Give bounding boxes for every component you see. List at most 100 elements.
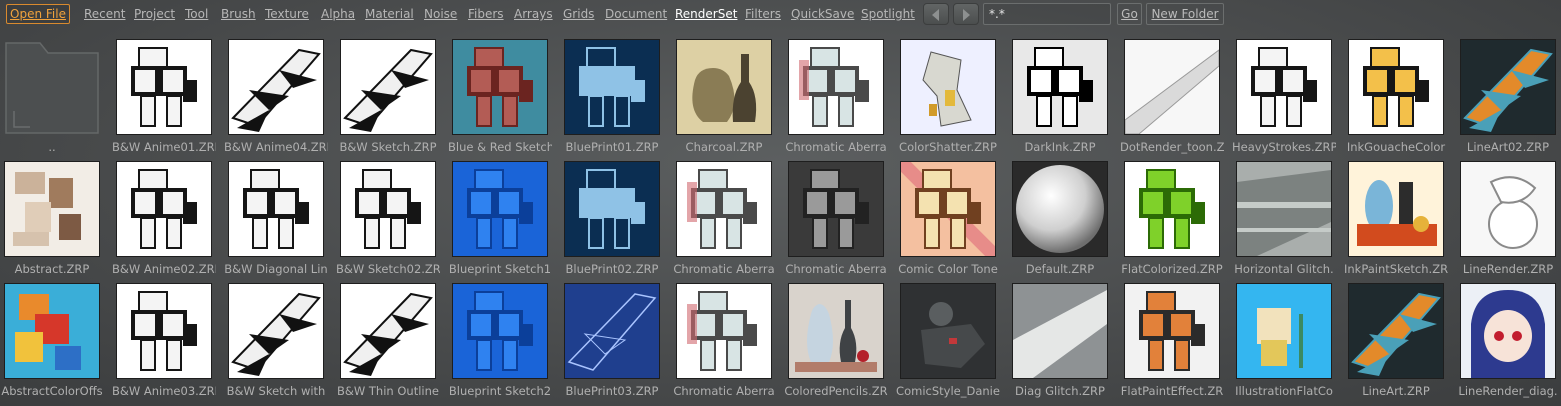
tab-fibers[interactable]: Fibers [468, 7, 504, 21]
new-folder-button[interactable]: New Folder [1146, 3, 1224, 25]
renderset-thumbnail[interactable] [452, 161, 548, 257]
tab-noise[interactable]: Noise [424, 7, 457, 21]
renderset-thumbnail[interactable] [1348, 39, 1444, 135]
renderset-thumbnail[interactable] [788, 283, 884, 379]
renderset-thumbnail[interactable] [1124, 161, 1220, 257]
renderset-thumbnail[interactable] [676, 39, 772, 135]
back-button[interactable] [923, 3, 949, 25]
renderset-thumbnail[interactable] [4, 161, 100, 257]
renderset-thumbnail[interactable] [452, 39, 548, 135]
renderset-thumbnail[interactable] [900, 161, 996, 257]
thumbnail-image [1349, 40, 1443, 134]
renderset-thumbnail[interactable] [676, 283, 772, 379]
tab-grids[interactable]: Grids [563, 7, 594, 21]
tab-spotlight[interactable]: Spotlight [861, 7, 915, 21]
tab-project[interactable]: Project [134, 7, 175, 21]
thumbnail-label: BluePrint03.ZRP [565, 384, 659, 398]
renderset-thumbnail[interactable] [116, 161, 212, 257]
thumbnail-image [1461, 40, 1555, 134]
thumbnail-image [1237, 162, 1331, 256]
tab-material[interactable]: Material [365, 7, 414, 21]
thumbnail-image [453, 162, 547, 256]
thumbnail-label: LineRender_diag. [1458, 384, 1558, 398]
renderset-thumbnail[interactable] [228, 39, 324, 135]
thumbnail-label: FlatColorized.ZRP [1121, 262, 1223, 276]
thumbnail-label: Diag Glitch.ZRP [1015, 384, 1105, 398]
tab-document[interactable]: Document [605, 7, 667, 21]
thumbnail-label: B&W Sketch with [226, 384, 326, 398]
thumbnail-label: DarkInk.ZRP [1024, 140, 1096, 154]
renderset-thumbnail[interactable] [1124, 283, 1220, 379]
open-file-button[interactable]: Open File [6, 4, 70, 24]
thumbnail-image [1013, 162, 1107, 256]
tab-texture[interactable]: Texture [265, 7, 309, 21]
tab-alpha[interactable]: Alpha [321, 7, 355, 21]
thumbnail-label: LineArt.ZRP [1362, 384, 1430, 398]
renderset-thumbnail[interactable] [676, 161, 772, 257]
thumbnail-label: B&W Anime02.ZRP [112, 262, 216, 276]
renderset-thumbnail[interactable] [1348, 283, 1444, 379]
renderset-thumbnail[interactable] [340, 283, 436, 379]
renderset-thumbnail[interactable] [452, 283, 548, 379]
thumbnail-label: BluePrint01.ZRP [565, 140, 659, 154]
thumbnail-label: Chromatic Aberra [673, 262, 775, 276]
thumbnail-label: Chromatic Aberra [785, 140, 887, 154]
renderset-thumbnail[interactable] [564, 39, 660, 135]
filter-input[interactable] [983, 3, 1111, 25]
thumbnail-image [229, 40, 323, 134]
forward-button[interactable] [953, 3, 979, 25]
thumbnail-image [117, 162, 211, 256]
tab-quicksave[interactable]: QuickSave [791, 7, 854, 21]
tab-filters[interactable]: Filters [745, 7, 781, 21]
renderset-thumbnail[interactable] [564, 161, 660, 257]
renderset-thumbnail[interactable] [340, 161, 436, 257]
renderset-thumbnail[interactable] [1012, 161, 1108, 257]
tab-recent[interactable]: Recent [84, 7, 125, 21]
thumbnail-image [677, 284, 771, 378]
thumbnail-label: LineRender.ZRP [1462, 262, 1554, 276]
renderset-thumbnail[interactable] [1460, 161, 1556, 257]
renderset-thumbnail[interactable] [1012, 39, 1108, 135]
renderset-thumbnail[interactable] [116, 39, 212, 135]
renderset-thumbnail[interactable] [1236, 161, 1332, 257]
renderset-thumbnail[interactable] [788, 161, 884, 257]
renderset-thumbnail[interactable] [788, 39, 884, 135]
renderset-thumbnail[interactable] [116, 283, 212, 379]
thumbnail-image [1125, 40, 1219, 134]
thumbnail-image [229, 162, 323, 256]
thumbnail-label: B&W Sketch02.ZRP [336, 262, 440, 276]
go-button[interactable]: Go [1117, 3, 1142, 25]
thumbnail-label: ColorShatter.ZRP [899, 140, 997, 154]
thumbnail-label: Abstract.ZRP [14, 262, 90, 276]
renderset-thumbnail[interactable] [228, 283, 324, 379]
thumbnail-image [901, 162, 995, 256]
thumbnail-label: HeavyStrokes.ZRP [1232, 140, 1336, 154]
renderset-thumbnail[interactable] [340, 39, 436, 135]
renderset-thumbnail[interactable] [1348, 161, 1444, 257]
tab-renderset[interactable]: RenderSet [675, 7, 737, 21]
thumbnail-label: AbstractColorOffs [1, 384, 103, 398]
thumbnail-label: Charcoal.ZRP [685, 140, 763, 154]
renderset-thumbnail[interactable] [900, 39, 996, 135]
tab-brush[interactable]: Brush [221, 7, 256, 21]
renderset-thumbnail[interactable] [1012, 283, 1108, 379]
tab-arrays[interactable]: Arrays [514, 7, 553, 21]
tab-tool[interactable]: Tool [185, 7, 208, 21]
renderset-thumbnail[interactable] [1460, 283, 1556, 379]
thumbnail-image [5, 284, 99, 378]
renderset-thumbnail[interactable] [4, 283, 100, 379]
thumbnail-label: LineArt02.ZRP [1466, 140, 1550, 154]
parent-folder[interactable] [4, 39, 100, 135]
renderset-thumbnail[interactable] [1236, 283, 1332, 379]
renderset-thumbnail[interactable] [1124, 39, 1220, 135]
thumbnail-label: IllustrationFlatCo [1235, 384, 1333, 398]
renderset-thumbnail[interactable] [564, 283, 660, 379]
renderset-thumbnail[interactable] [900, 283, 996, 379]
renderset-thumbnail[interactable] [228, 161, 324, 257]
thumbnail-image [1237, 40, 1331, 134]
thumbnail-label: B&W Anime01.ZRP [112, 140, 216, 154]
thumbnail-image [789, 40, 883, 134]
renderset-thumbnail[interactable] [1460, 39, 1556, 135]
thumbnail-image [453, 284, 547, 378]
renderset-thumbnail[interactable] [1236, 39, 1332, 135]
